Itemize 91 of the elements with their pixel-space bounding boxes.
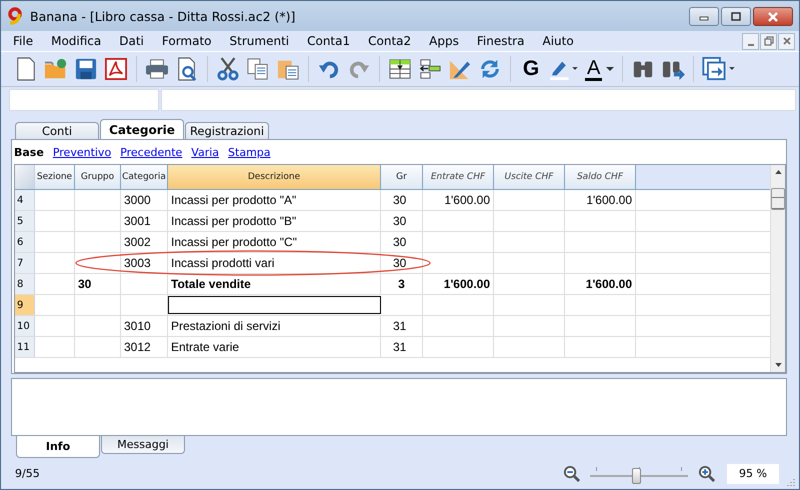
menu-item[interactable]: Formato bbox=[156, 34, 218, 48]
tab[interactable]: Conti bbox=[15, 122, 99, 139]
view-link[interactable]: Precedente bbox=[120, 146, 182, 159]
table-cell: 31 bbox=[381, 316, 423, 336]
menu-item[interactable]: Conta1 bbox=[301, 34, 356, 48]
row-number[interactable]: 8 bbox=[15, 274, 35, 294]
minimize-button[interactable] bbox=[689, 7, 719, 26]
column-header[interactable]: Saldo CHF bbox=[565, 165, 636, 189]
table-cell: Prestazioni di servizi bbox=[168, 316, 381, 336]
table-cell: 1'600.00 bbox=[565, 190, 636, 210]
scroll-up-icon[interactable] bbox=[774, 170, 782, 174]
table-cell: 30 bbox=[381, 253, 423, 273]
close-button[interactable] bbox=[753, 7, 793, 26]
cut-icon[interactable] bbox=[215, 55, 241, 83]
table-cell: Entrate varie bbox=[168, 337, 381, 357]
column-header[interactable]: Categoria bbox=[121, 165, 168, 189]
close-button[interactable] bbox=[778, 32, 795, 50]
scroll-down-icon[interactable] bbox=[774, 363, 782, 367]
close-icon bbox=[767, 12, 779, 22]
column-header[interactable]: Entrate CHF bbox=[423, 165, 494, 189]
table-cell: Incassi prodotti vari bbox=[168, 253, 381, 273]
table-cell: 30 bbox=[75, 274, 121, 294]
table-cell: 1'600.00 bbox=[423, 190, 494, 210]
minimize-icon bbox=[748, 44, 754, 46]
menu-item[interactable]: Strumenti bbox=[224, 34, 296, 48]
menu-item[interactable]: File bbox=[7, 34, 40, 48]
table-cell: 3 bbox=[381, 274, 423, 294]
table-cell: Incassi per prodotto "C" bbox=[168, 232, 381, 252]
row-number[interactable]: 10 bbox=[15, 316, 35, 336]
caret-icon bbox=[606, 67, 614, 71]
table-cell: 3012 bbox=[121, 337, 168, 357]
menu-item[interactable]: Apps bbox=[423, 34, 465, 48]
column-header[interactable]: Uscite CHF bbox=[494, 165, 565, 189]
corner-cell bbox=[15, 165, 35, 189]
table-cell: 3001 bbox=[121, 211, 168, 231]
menu-item[interactable]: Dati bbox=[113, 34, 150, 48]
menu-item[interactable]: Modifica bbox=[45, 34, 108, 48]
menu-item[interactable]: Aiuto bbox=[536, 34, 580, 48]
resize-grip-icon[interactable] bbox=[785, 476, 795, 486]
table-cell: Incassi per prodotto "A" bbox=[168, 190, 381, 210]
column-header[interactable]: Gr bbox=[381, 165, 423, 189]
bold-button[interactable]: G bbox=[518, 55, 544, 83]
zoom-in-icon[interactable] bbox=[698, 465, 715, 482]
menu-item[interactable]: Finestra bbox=[470, 34, 530, 48]
tab[interactable]: Categorie bbox=[100, 119, 184, 139]
table-cell: 3000 bbox=[121, 190, 168, 210]
zoom-out-icon[interactable] bbox=[563, 465, 580, 482]
minimize-button[interactable] bbox=[742, 32, 759, 50]
table-cell: 3010 bbox=[121, 316, 168, 336]
table-cell: 1'600.00 bbox=[565, 274, 636, 294]
tab[interactable]: Messaggi bbox=[101, 436, 185, 454]
scrollbar-thumb[interactable] bbox=[771, 188, 785, 210]
table-cell: Totale vendite bbox=[168, 274, 381, 294]
zoom-value-field[interactable]: 95 % bbox=[727, 464, 779, 484]
table-cell: 3002 bbox=[121, 232, 168, 252]
row-number[interactable]: 4 bbox=[15, 190, 35, 210]
font-color-button[interactable]: A bbox=[584, 55, 616, 83]
row-number[interactable]: 6 bbox=[15, 232, 35, 252]
view-link[interactable]: Stampa bbox=[228, 146, 271, 159]
cell-reference-field[interactable] bbox=[9, 89, 159, 111]
row-position: 9/55 bbox=[15, 467, 40, 480]
row-number[interactable]: 7 bbox=[15, 253, 35, 273]
window-title: Banana - [Libro cassa - Ditta Rossi.ac2 (*)] bbox=[30, 8, 296, 24]
tab[interactable]: Info bbox=[16, 436, 100, 458]
table-cell: 30 bbox=[381, 232, 423, 252]
close-icon bbox=[782, 36, 792, 46]
column-header[interactable]: Gruppo bbox=[75, 165, 121, 189]
table-cell: 31 bbox=[381, 337, 423, 357]
table-cell: Incassi per prodotto "B" bbox=[168, 211, 381, 231]
maximize-button[interactable] bbox=[721, 7, 751, 26]
maximize-icon bbox=[730, 12, 742, 22]
menu-item[interactable]: Conta2 bbox=[362, 34, 418, 48]
pdf-icon[interactable] bbox=[103, 55, 129, 83]
view-link[interactable]: Base bbox=[14, 146, 44, 159]
window-arrow-icon[interactable] bbox=[701, 55, 738, 83]
row-number[interactable]: 9 bbox=[15, 295, 35, 315]
tab[interactable]: Registrazioni bbox=[185, 122, 269, 139]
table-cell: 30 bbox=[381, 190, 423, 210]
restore-icon bbox=[764, 36, 774, 46]
row-number[interactable]: 5 bbox=[15, 211, 35, 231]
cell-content-field[interactable] bbox=[161, 89, 796, 111]
table-cell: 30 bbox=[381, 211, 423, 231]
view-link[interactable]: Preventivo bbox=[52, 146, 112, 159]
view-link[interactable]: Varia bbox=[191, 146, 220, 159]
column-header[interactable]: Sezione bbox=[35, 165, 75, 189]
restore-button[interactable] bbox=[760, 32, 777, 50]
table-cell: 3003 bbox=[121, 253, 168, 273]
table-cell: 1'600.00 bbox=[423, 274, 494, 294]
column-header[interactable]: Descrizione bbox=[168, 165, 381, 189]
row-number[interactable]: 11 bbox=[15, 337, 35, 357]
vertical-scrollbar[interactable] bbox=[770, 165, 785, 372]
